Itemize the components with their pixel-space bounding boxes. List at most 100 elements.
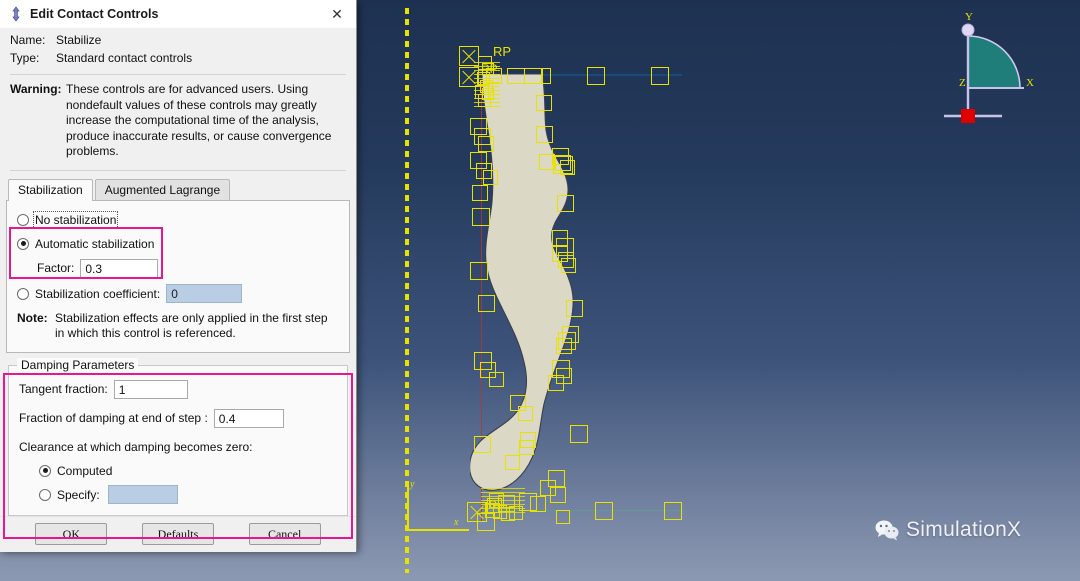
node-marker [587,67,605,85]
type-value: Standard contact controls [56,51,193,65]
tangent-fraction-row: Tangent fraction: 1 [19,379,337,399]
tabstrip[interactable]: Stabilization Augmented Lagrange [8,178,356,201]
stabilization-panel: No stabilization Automatic stabilization… [6,199,350,353]
radio-label-stabilization-coefficient: Stabilization coefficient: [35,286,161,301]
warning-row: Warning: These controls are for advanced… [0,75,356,168]
radio-specify[interactable]: Specify: [39,485,337,505]
dialog-titlebar[interactable]: Edit Contact Controls ✕ [0,0,356,28]
node-marker [483,170,498,185]
node-marker [478,295,495,312]
radio-icon-specify[interactable] [39,488,51,501]
node-marker [548,375,564,391]
note-label: Note: [17,310,48,325]
tab-augmented-lagrange[interactable]: Augmented Lagrange [94,178,231,200]
node-marker [557,195,574,212]
note-row: Note: Stabilization effects are only app… [17,305,339,342]
tangent-fraction-input[interactable]: 1 [113,379,188,399]
node-marker [561,258,576,273]
abaqus-diamond-icon [12,6,20,22]
node-marker [550,487,566,503]
node-marker [519,440,534,455]
type-label: Type: [10,51,40,65]
tangent-fraction-label: Tangent fraction: [19,382,108,396]
triad-label-y: Y [965,11,973,23]
close-icon[interactable]: ✕ [322,1,352,27]
note-text: Stabilization effects are only applied i… [55,310,328,341]
dialog-title: Edit Contact Controls [30,7,159,21]
defaults-button[interactable]: Defaults [141,523,214,545]
node-marker [556,338,572,354]
triad-label-z: Z [959,77,966,89]
axis-leg-horizontal [407,529,469,531]
axis-leg-vertical [407,485,409,530]
node-marker [566,300,583,317]
warning-label: Warning: [10,82,62,96]
radio-icon-stabilization-coefficient[interactable] [17,287,29,300]
node-marker [542,68,551,84]
radio-icon-no-stabilization[interactable] [17,213,29,226]
node-marker [536,126,553,143]
node-marker [595,502,613,520]
dense-node-cluster-top [474,62,500,110]
cancel-button[interactable]: Cancel [248,523,321,545]
node-marker [505,455,520,470]
type-row: Type: Standard contact controls [0,49,356,67]
node-marker [664,502,682,520]
ok-button[interactable]: OK [35,523,108,545]
watermark: SimulationX [875,518,1021,542]
node-marker [556,510,570,524]
name-label: Name: [10,33,46,47]
node-marker [477,513,495,531]
node-marker [472,208,490,226]
dense-node-cluster-bottom [481,488,525,514]
damping-parameters-title: Damping Parameters [17,357,139,372]
divider [10,169,346,171]
warning-text: These controls are for advanced users. U… [66,82,332,158]
radio-icon-computed[interactable] [39,464,51,477]
node-marker [474,436,491,453]
end-fraction-input[interactable]: 0.4 [213,408,284,428]
name-value: Stabilize [56,33,102,47]
node-marker [470,262,488,280]
node-marker [530,496,546,512]
dialog-body: Name: Stabilize Type: Standard contact c… [0,28,356,539]
edit-contact-controls-dialog[interactable]: Edit Contact Controls ✕ Name: Stabilize … [0,0,357,552]
radio-no-stabilization[interactable]: No stabilization [17,210,339,230]
reference-point-label-1: RP [493,44,512,59]
triad-label-x: X [1026,77,1034,89]
node-marker [507,68,525,84]
watermark-text: SimulationX [906,518,1022,541]
radio-label-automatic-stabilization: Automatic stabilization [35,236,155,251]
node-marker [570,425,588,443]
wechat-icon [875,520,899,541]
end-fraction-row: Fraction of damping at end of step : 0.4 [19,408,337,428]
radio-computed[interactable]: Computed [39,461,337,481]
orientation-triad: Y X Z [930,8,1040,126]
name-row: Name: Stabilize [0,28,356,49]
factor-label: Factor: [37,261,75,275]
tab-stabilization[interactable]: Stabilization [8,178,93,201]
axis-label-x: x [454,517,459,528]
stabilization-coefficient-input[interactable]: 0 [166,284,243,303]
radio-stabilization-coefficient[interactable]: Stabilization coefficient: 0 [17,284,339,304]
radio-icon-automatic-stabilization[interactable] [17,237,29,250]
node-marker [478,136,494,152]
dialog-footer: OK Defaults Cancel [0,515,356,552]
factor-row: Factor: 0.3 [37,258,339,278]
radio-automatic-stabilization[interactable]: Automatic stabilization [17,234,339,254]
damping-parameters-group: Damping Parameters Tangent fraction: 1 F… [8,357,348,516]
radio-label-specify: Specify: [57,487,100,502]
clearance-label: Clearance at which damping becomes zero: [19,439,253,454]
node-marker [489,372,504,387]
factor-input[interactable]: 0.3 [80,258,159,278]
radio-label-computed: Computed [57,463,113,478]
radio-label-no-stabilization: No stabilization [32,210,119,229]
axis-label-y: y [410,479,415,490]
node-marker [472,185,488,201]
screen: y x RP RP R [0,0,1080,581]
node-marker [651,67,669,85]
node-marker [560,160,575,175]
node-marker [518,406,533,421]
specify-input[interactable] [107,485,178,504]
node-marker [524,68,542,84]
